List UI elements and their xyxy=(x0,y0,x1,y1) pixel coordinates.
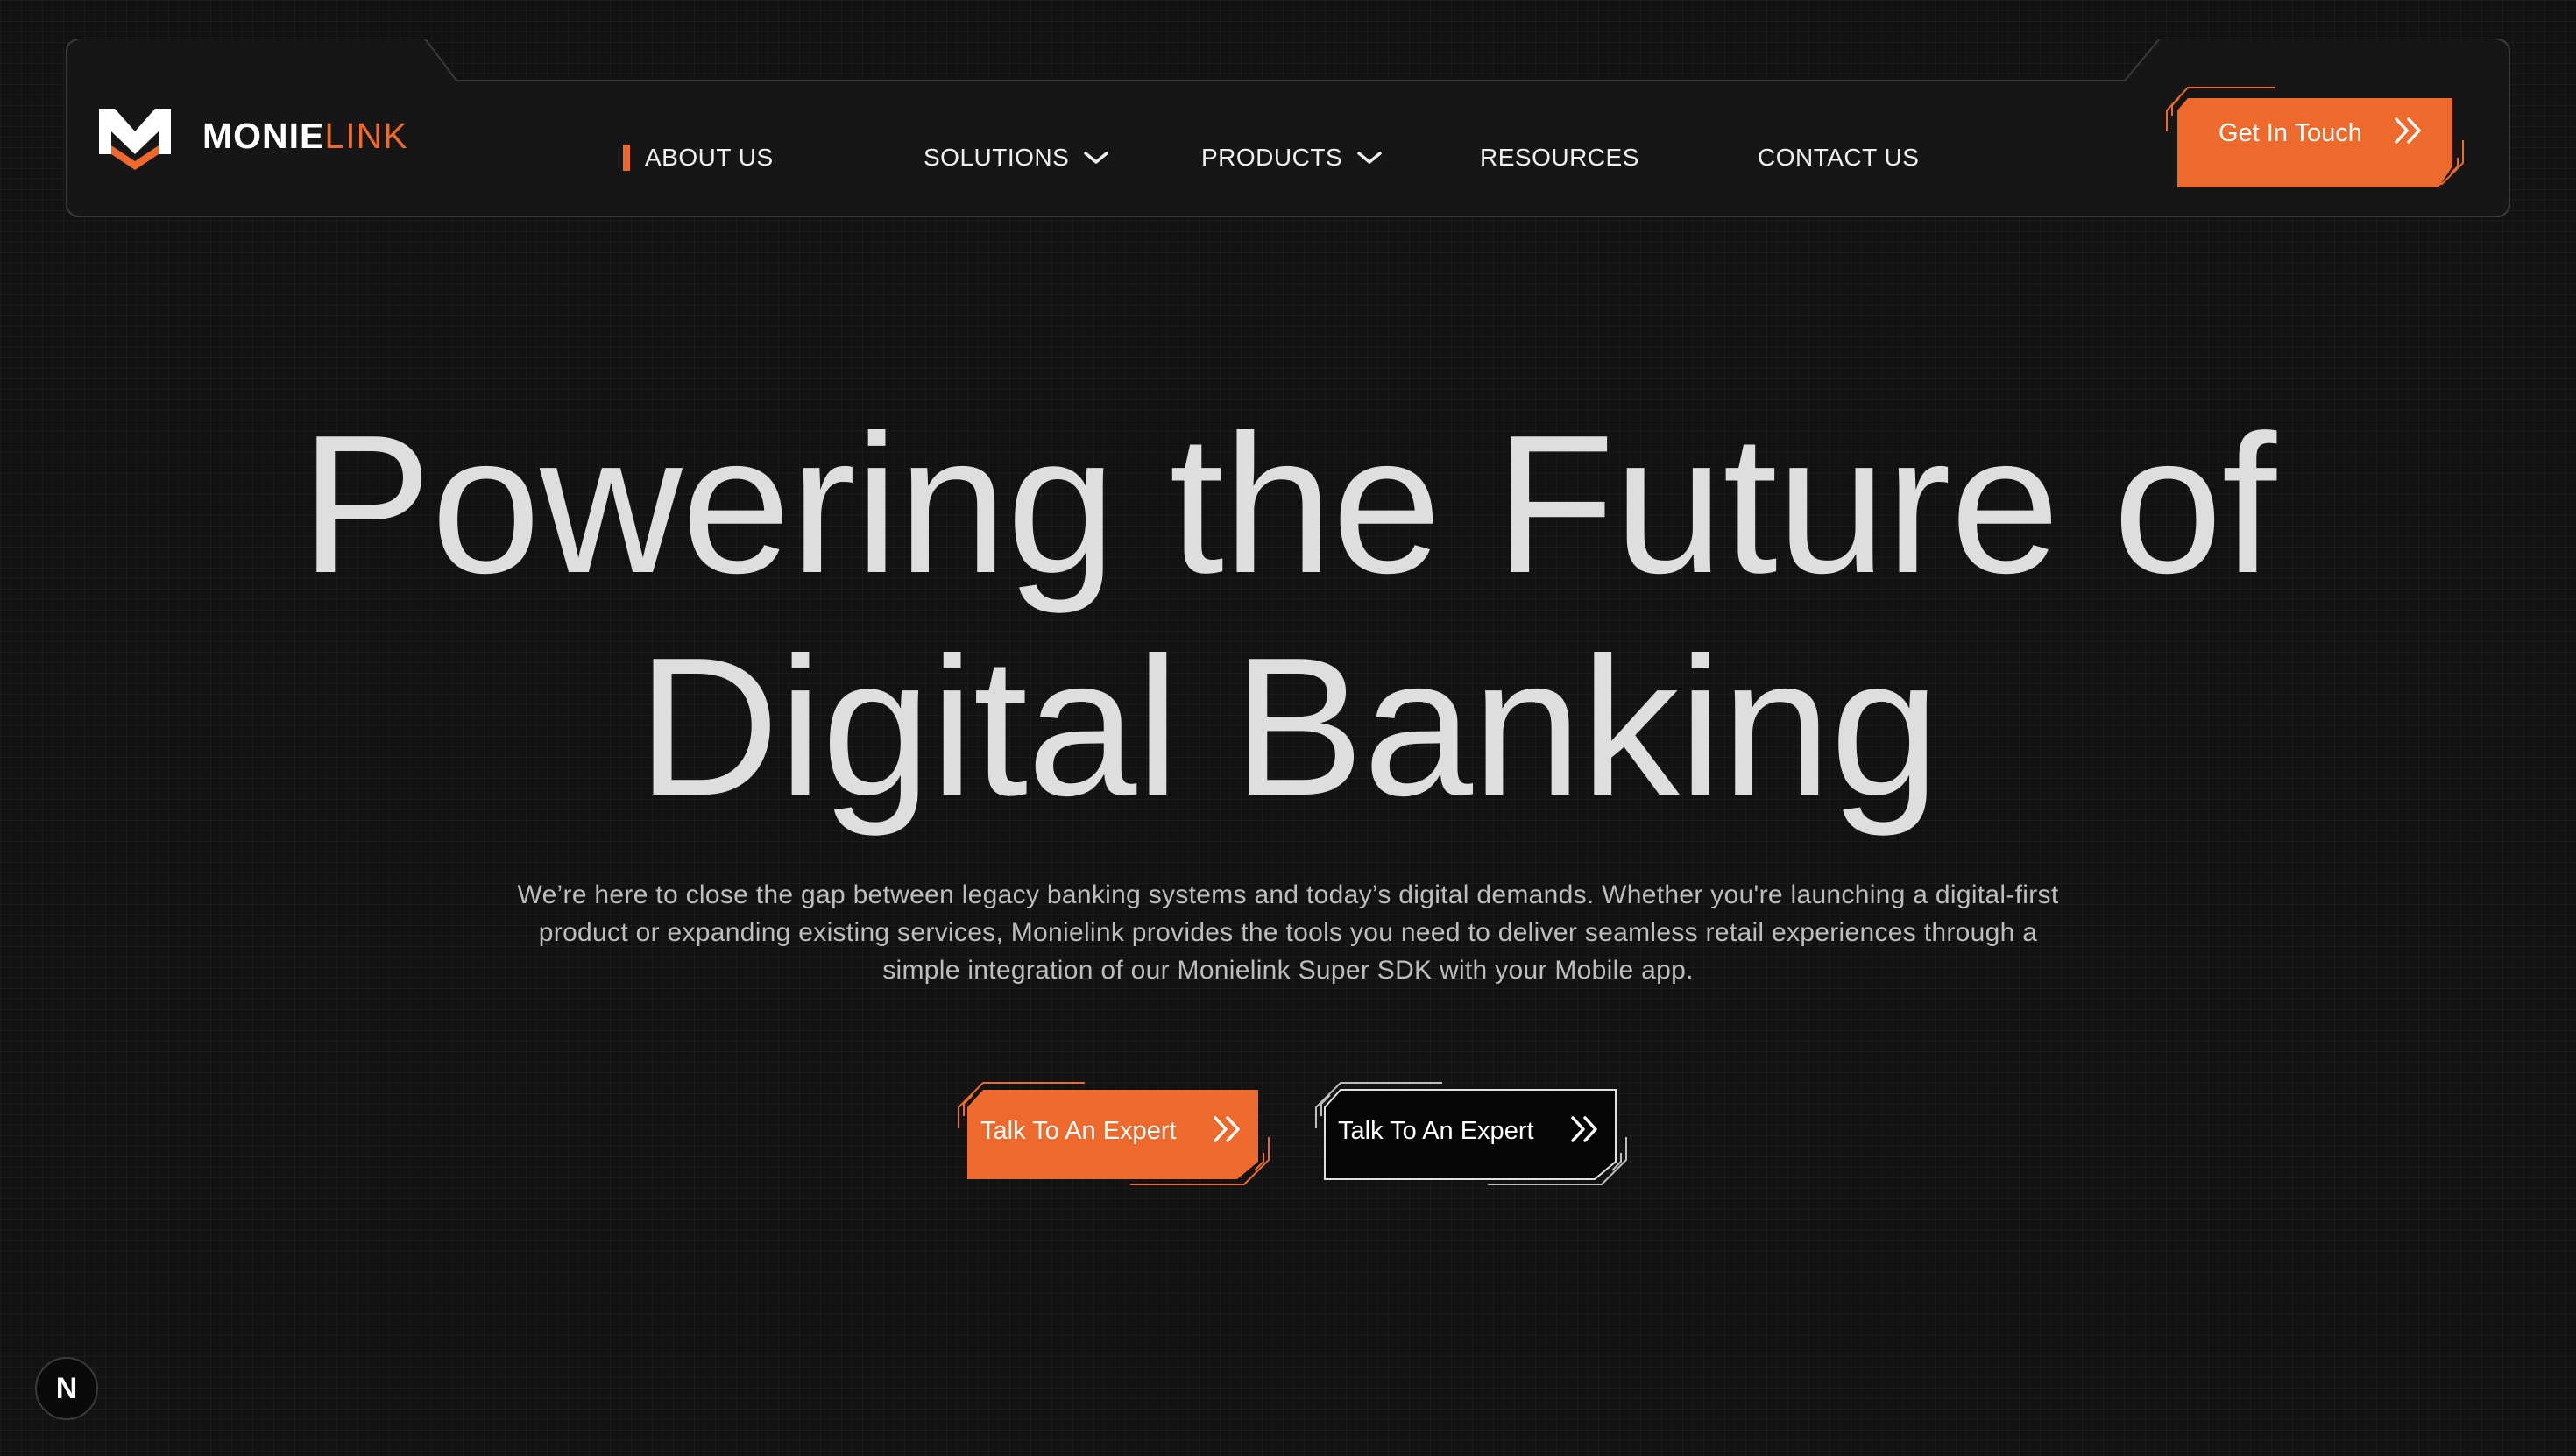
talk-to-expert-primary-button[interactable]: Talk To An Expert xyxy=(948,1076,1284,1190)
nav-item-about-us[interactable]: ABOUT US xyxy=(623,140,774,175)
double-chevron-right-icon xyxy=(1571,1116,1597,1142)
brand-name-accent: LINK xyxy=(324,115,408,156)
hero-title-line-1: Powering the Future of xyxy=(300,393,2276,614)
nav-item-label: SOLUTIONS xyxy=(924,144,1070,171)
hero-title: Powering the Future of Digital Banking xyxy=(0,392,2576,838)
get-in-touch-label: Get In Touch xyxy=(2219,119,2362,147)
nav-item-label: PRODUCTS xyxy=(1201,144,1343,171)
nav-item-label: CONTACT US xyxy=(1758,144,1920,171)
nav-item-label: RESOURCES xyxy=(1480,144,1639,171)
nav-item-contact-us[interactable]: CONTACT US xyxy=(1758,140,1919,175)
get-in-touch-button[interactable]: Get In Touch xyxy=(2153,79,2477,193)
secondary-button-label: Talk To An Expert xyxy=(1338,1117,1534,1145)
brand-wordmark: MONIELINK xyxy=(202,115,408,156)
brand-name-bold: MONIE xyxy=(202,115,325,156)
nav-item-label: ABOUT US xyxy=(645,144,774,171)
hero-description: We’re here to close the gap between lega… xyxy=(517,880,2059,985)
chevron-down-icon xyxy=(1357,152,1382,164)
double-chevron-right-icon xyxy=(2395,117,2421,144)
nextjs-icon: N xyxy=(55,1371,78,1405)
nav-item-solutions[interactable]: SOLUTIONS xyxy=(924,140,1109,175)
monielink-logo-icon xyxy=(99,109,171,170)
brand-logo[interactable]: MONIELINK xyxy=(96,100,408,172)
active-indicator xyxy=(623,145,630,171)
primary-button-label: Talk To An Expert xyxy=(980,1117,1177,1145)
chevron-down-icon xyxy=(1084,152,1109,164)
hero-title-line-2: Digital Banking xyxy=(637,616,1940,837)
navbar-frame xyxy=(66,39,2510,217)
nextjs-dev-badge[interactable]: N xyxy=(35,1357,98,1420)
nav-item-resources[interactable]: RESOURCES xyxy=(1480,140,1639,175)
talk-to-expert-secondary-button[interactable]: Talk To An Expert xyxy=(1306,1076,1642,1190)
double-chevron-right-icon xyxy=(1214,1116,1240,1142)
top-navbar: MONIELINK ABOUT US SOLUTIONS PRODUCTS RE… xyxy=(66,39,2510,217)
nav-item-products[interactable]: PRODUCTS xyxy=(1201,140,1383,175)
